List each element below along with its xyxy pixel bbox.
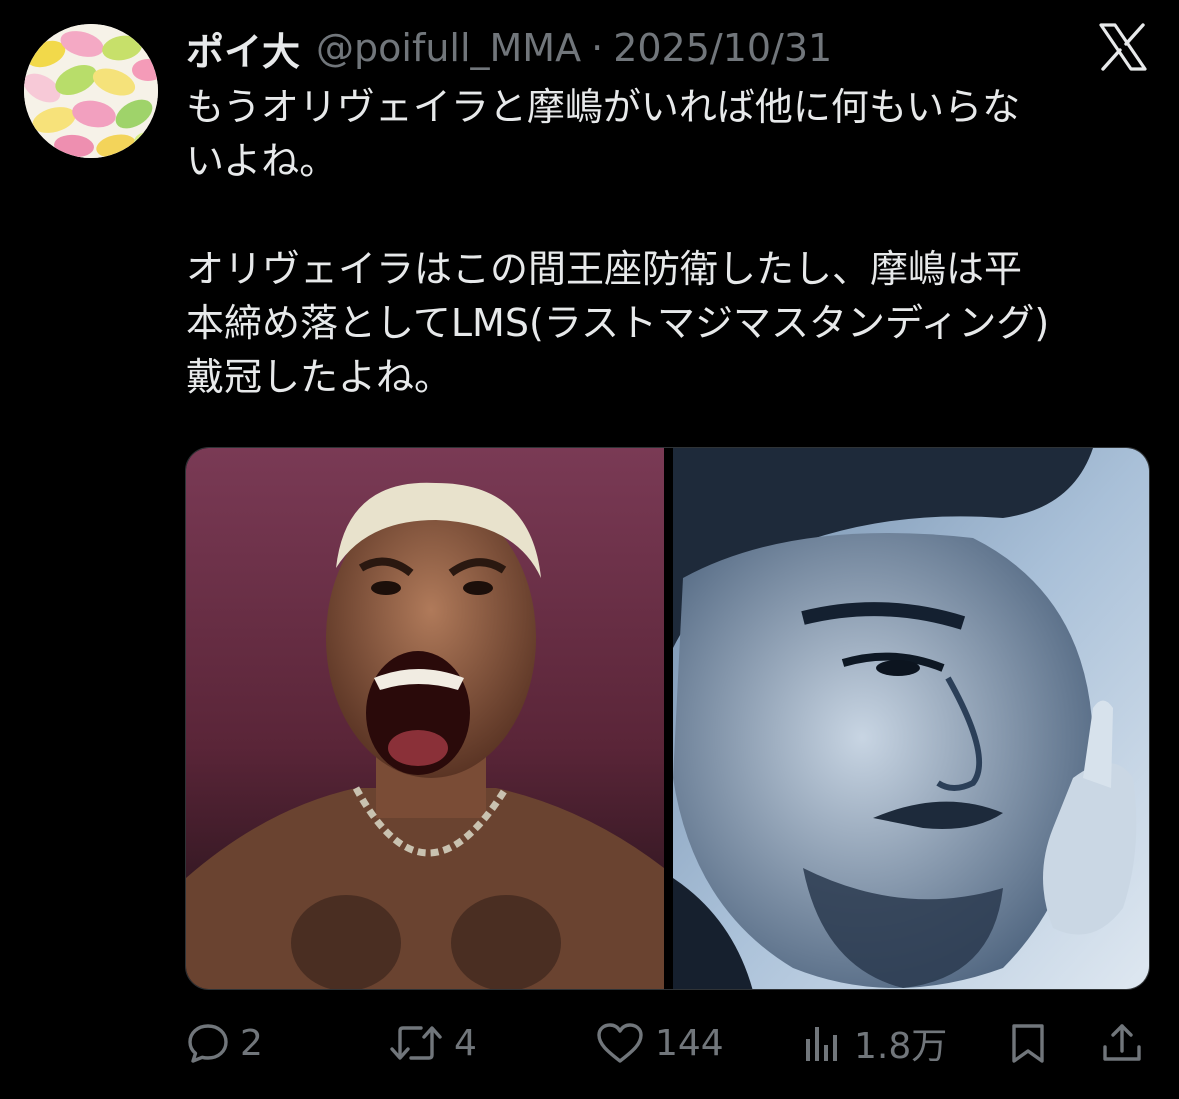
tweet-header: ポイ大 @poifull_MMA · 2025/10/31 [186, 20, 832, 76]
retweet-count: 4 [454, 1022, 477, 1064]
user-handle[interactable]: @poifull_MMA [316, 26, 581, 70]
reply-icon [186, 1021, 230, 1065]
avatar[interactable] [24, 24, 158, 158]
share-button[interactable] [1100, 1012, 1144, 1074]
media-image-left[interactable] [186, 448, 664, 989]
tweet-media[interactable] [185, 447, 1150, 990]
bookmark-button[interactable] [1006, 1012, 1050, 1074]
like-button[interactable]: 144 [595, 1012, 724, 1074]
retweet-icon [388, 1021, 444, 1065]
tweet-text: もうオリヴェイラと摩嶋がいれば他に何もいらな いよね。 オリヴェイラはこの間王座… [186, 80, 1156, 404]
like-count: 144 [655, 1022, 724, 1064]
tweet-date[interactable]: 2025/10/31 [613, 26, 832, 70]
tweet-text-line: オリヴェイラはこの間王座防衛したし、摩嶋は平 [186, 247, 1023, 291]
tweet-text-line: 本締め落としてLMS(ラストマジマスタンディング) [186, 301, 1050, 345]
tweet-text-line: いよね。 [186, 139, 338, 183]
view-count: 1.8万 [854, 1026, 948, 1067]
heart-icon [595, 1021, 645, 1065]
media-image-right[interactable] [673, 448, 1149, 989]
views-icon [800, 1021, 844, 1065]
reply-count: 2 [240, 1022, 263, 1064]
retweet-button[interactable]: 4 [388, 1012, 477, 1074]
tweet-text-line: 戴冠したよね。 [186, 355, 453, 399]
reply-button[interactable]: 2 [186, 1012, 263, 1074]
views-button[interactable]: 1.8万 [800, 1012, 947, 1074]
action-bar: 2 4 144 1.8万 [0, 1012, 1179, 1074]
separator-dot: · [591, 26, 604, 70]
tweet-text-blank-line [186, 188, 1156, 242]
display-name[interactable]: ポイ大 [186, 21, 300, 76]
bookmark-icon [1006, 1021, 1050, 1065]
tweet-text-line: もうオリヴェイラと摩嶋がいれば他に何もいらな [186, 85, 1021, 129]
share-icon [1100, 1021, 1144, 1065]
x-logo-icon[interactable] [1098, 22, 1148, 72]
